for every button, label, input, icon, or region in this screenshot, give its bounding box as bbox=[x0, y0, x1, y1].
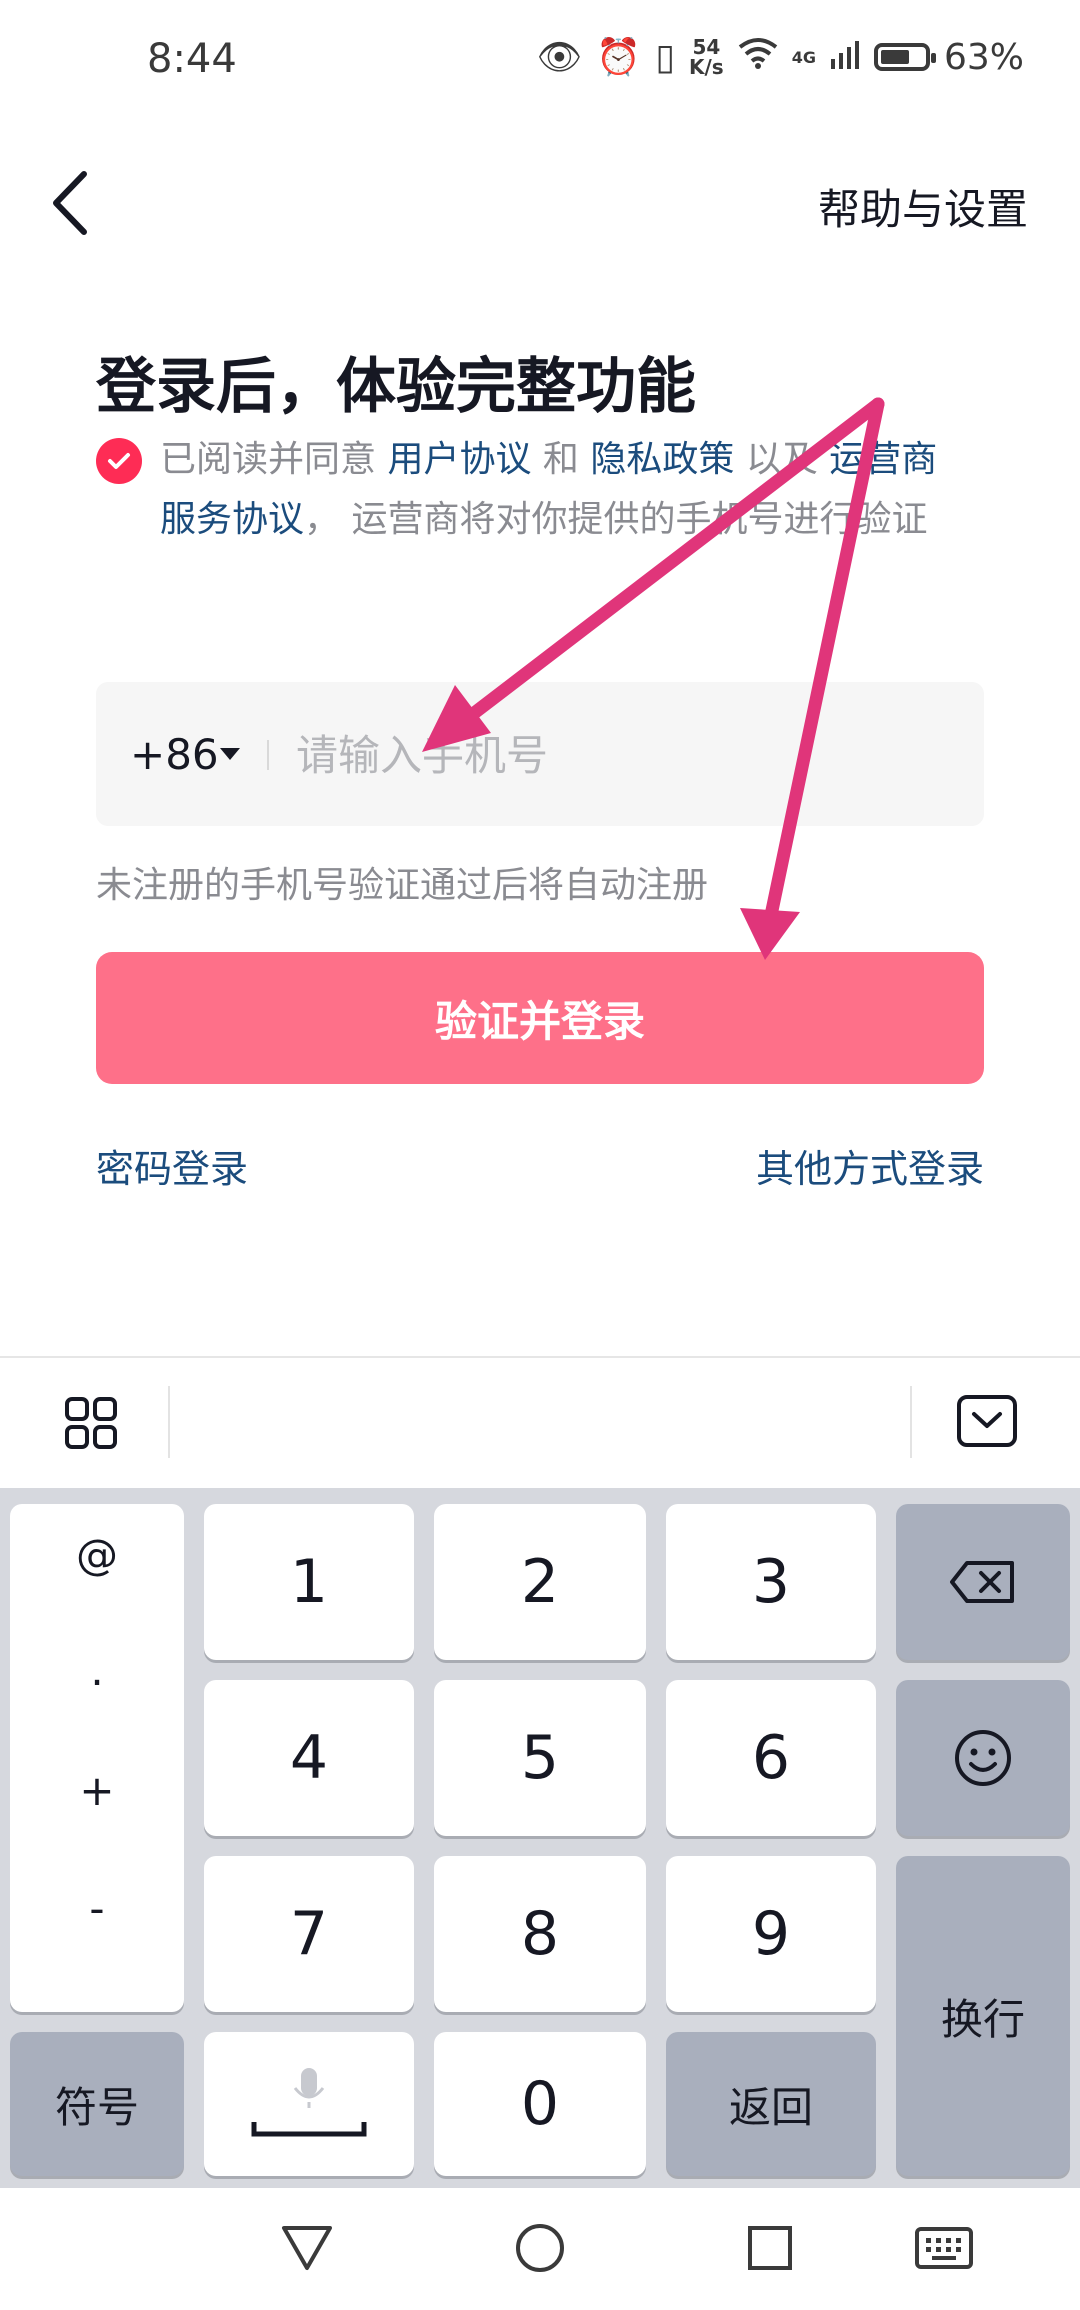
key-minus[interactable]: - bbox=[10, 1884, 184, 1933]
key-6[interactable]: 6 bbox=[666, 1680, 876, 1836]
agreement-as-well-as: 以及 bbox=[734, 439, 830, 480]
agreement-text: 已阅读并同意 用户协议 和 隐私政策 以及 运营商服务协议， 运营商将对你提供的… bbox=[160, 430, 970, 550]
key-7[interactable]: 7 bbox=[204, 1856, 414, 2012]
network-speed: 54 K/s bbox=[689, 37, 724, 77]
agreement-checkbox[interactable] bbox=[96, 438, 142, 484]
battery-icon bbox=[873, 43, 936, 71]
enter-key[interactable]: 换行 bbox=[896, 1856, 1070, 2176]
key-1[interactable]: 1 bbox=[204, 1504, 414, 1660]
keyboard-toolbar bbox=[0, 1356, 1080, 1488]
eye-icon: 👁 bbox=[536, 37, 583, 78]
wifi-icon bbox=[738, 37, 778, 78]
page-title: 登录后，体验完整功能 bbox=[96, 352, 696, 422]
check-icon bbox=[108, 453, 130, 469]
system-nav-bar bbox=[0, 2188, 1080, 2310]
backspace-icon bbox=[950, 1561, 1014, 1603]
agreement-and: 和 bbox=[531, 439, 591, 480]
back-triangle-icon[interactable] bbox=[280, 2224, 334, 2272]
status-time: 8:44 bbox=[147, 36, 237, 82]
register-hint: 未注册的手机号验证通过后将自动注册 bbox=[96, 865, 709, 906]
caret-down-icon[interactable] bbox=[220, 748, 240, 760]
key-8[interactable]: 8 bbox=[434, 1856, 646, 2012]
recents-square-icon[interactable] bbox=[746, 2224, 794, 2272]
keyboard-hide-icon[interactable] bbox=[956, 1394, 1018, 1448]
key-at[interactable]: @ bbox=[10, 1530, 184, 1579]
return-key[interactable]: 返回 bbox=[666, 2032, 876, 2176]
backspace-key[interactable] bbox=[896, 1504, 1070, 1660]
cell-signal-icon bbox=[830, 37, 860, 78]
password-login-link[interactable]: 密码登录 bbox=[96, 1138, 248, 1193]
key-3[interactable]: 3 bbox=[666, 1504, 876, 1660]
back-button[interactable] bbox=[44, 166, 104, 240]
privacy-policy-link[interactable]: 隐私政策 bbox=[590, 439, 734, 480]
space-voice-key[interactable] bbox=[204, 2032, 414, 2176]
battery-percent: 63% bbox=[943, 36, 1024, 78]
symbols-key[interactable]: 符号 bbox=[10, 2032, 184, 2176]
home-circle-icon[interactable] bbox=[514, 2222, 566, 2274]
signal-type-label: 4G bbox=[791, 47, 816, 67]
other-login-link[interactable]: 其他方式登录 bbox=[756, 1138, 984, 1193]
key-4[interactable]: 4 bbox=[204, 1680, 414, 1836]
chevron-left-icon bbox=[53, 171, 87, 235]
phone-number-input[interactable] bbox=[296, 722, 936, 788]
key-plus[interactable]: + bbox=[10, 1766, 184, 1815]
alarm-icon: ⏰ bbox=[596, 37, 642, 78]
key-5[interactable]: 5 bbox=[434, 1680, 646, 1836]
toolbar-divider bbox=[910, 1386, 912, 1458]
country-code-selector[interactable]: +86 bbox=[130, 730, 219, 779]
key-2[interactable]: 2 bbox=[434, 1504, 646, 1660]
input-divider bbox=[267, 740, 269, 770]
toolbar-divider bbox=[168, 1386, 170, 1458]
user-agreement-link[interactable]: 用户协议 bbox=[387, 439, 531, 480]
status-bar: 8:44 👁 ⏰ ▯ 54 K/s 4G 63% bbox=[0, 0, 1080, 126]
symbol-column[interactable]: @ . + - bbox=[10, 1504, 184, 2012]
keyboard-switch-icon[interactable] bbox=[914, 2226, 974, 2270]
microphone-icon bbox=[251, 2068, 367, 2137]
key-dot[interactable]: . bbox=[10, 1646, 184, 1695]
agreement-suffix: ， 运营商将对你提供的手机号进行验证 bbox=[304, 499, 928, 540]
emoji-key[interactable] bbox=[896, 1680, 1070, 1836]
status-icons: 👁 ⏰ ▯ 54 K/s 4G 63% bbox=[536, 36, 1024, 79]
smiley-icon bbox=[955, 1730, 1011, 1786]
vibrate-icon: ▯ bbox=[655, 36, 675, 78]
key-9[interactable]: 9 bbox=[666, 1856, 876, 2012]
help-settings-link[interactable]: 帮助与设置 bbox=[818, 176, 1028, 237]
grid-icon[interactable] bbox=[64, 1396, 118, 1450]
network-speed-unit: K/s bbox=[689, 55, 724, 79]
verify-login-button[interactable]: 验证并登录 bbox=[96, 952, 984, 1084]
agreement-prefix: 已阅读并同意 bbox=[160, 439, 388, 480]
key-0[interactable]: 0 bbox=[434, 2032, 646, 2176]
